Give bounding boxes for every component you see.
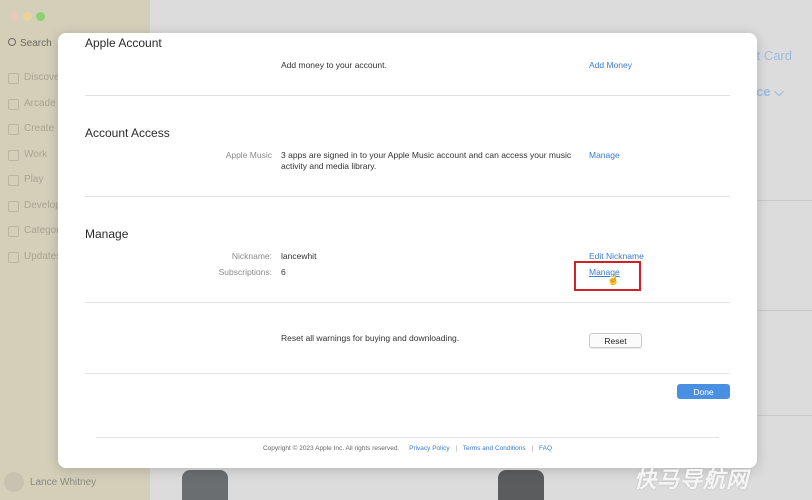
add-money-description: Add money to your account. xyxy=(281,60,387,70)
terms-link[interactable]: Terms and Conditions xyxy=(463,445,526,452)
subscriptions-label: Subscriptions: xyxy=(218,267,272,277)
background-link: t Card xyxy=(756,48,792,63)
background-divider xyxy=(758,200,812,201)
nickname-label: Nickname: xyxy=(231,251,272,261)
app-tile-icon xyxy=(182,470,228,500)
apple-music-label: Apple Music xyxy=(225,150,272,160)
account-settings-sheet: Apple Account Add money to your account.… xyxy=(58,33,757,468)
divider xyxy=(85,196,730,197)
reset-button[interactable]: Reset xyxy=(589,333,642,348)
background-divider xyxy=(758,310,812,311)
edit-nickname-link[interactable]: Edit Nickname xyxy=(589,251,644,261)
search-icon xyxy=(8,38,16,46)
avatar xyxy=(4,472,24,492)
divider xyxy=(85,373,730,374)
section-title-account-access: Account Access xyxy=(85,126,170,140)
apple-music-description: 3 apps are signed in to your Apple Music… xyxy=(281,150,572,171)
reset-warnings-description: Reset all warnings for buying and downlo… xyxy=(281,333,460,343)
faq-link[interactable]: FAQ xyxy=(539,445,552,452)
footer-divider xyxy=(96,437,719,438)
apple-music-manage-link[interactable]: Manage xyxy=(589,150,620,160)
close-window-button[interactable] xyxy=(10,12,19,21)
app-tile-icon xyxy=(498,470,544,500)
subscriptions-count: 6 xyxy=(281,267,286,277)
minimize-window-button[interactable] xyxy=(23,12,32,21)
privacy-policy-link[interactable]: Privacy Policy xyxy=(409,445,449,452)
divider xyxy=(85,302,730,303)
user-account-button[interactable]: Lance Whitney xyxy=(4,472,96,492)
add-money-link[interactable]: Add Money xyxy=(589,60,632,70)
pointer-cursor-icon: ☝ xyxy=(607,275,620,286)
done-button[interactable]: Done xyxy=(677,384,730,399)
divider xyxy=(85,95,730,96)
zoom-window-button[interactable] xyxy=(36,12,45,21)
nickname-value: lancewhit xyxy=(281,251,317,261)
section-title-apple-account: Apple Account xyxy=(85,36,162,50)
sidebar-search[interactable]: Search xyxy=(8,38,52,49)
footer: Copyright © 2023 Apple Inc. All rights r… xyxy=(262,445,553,452)
background-divider xyxy=(758,415,812,416)
section-title-manage: Manage xyxy=(85,227,129,241)
copyright-text: Copyright © 2023 Apple Inc. All rights r… xyxy=(262,445,400,452)
watermark: 快马导航网 xyxy=(634,467,750,492)
